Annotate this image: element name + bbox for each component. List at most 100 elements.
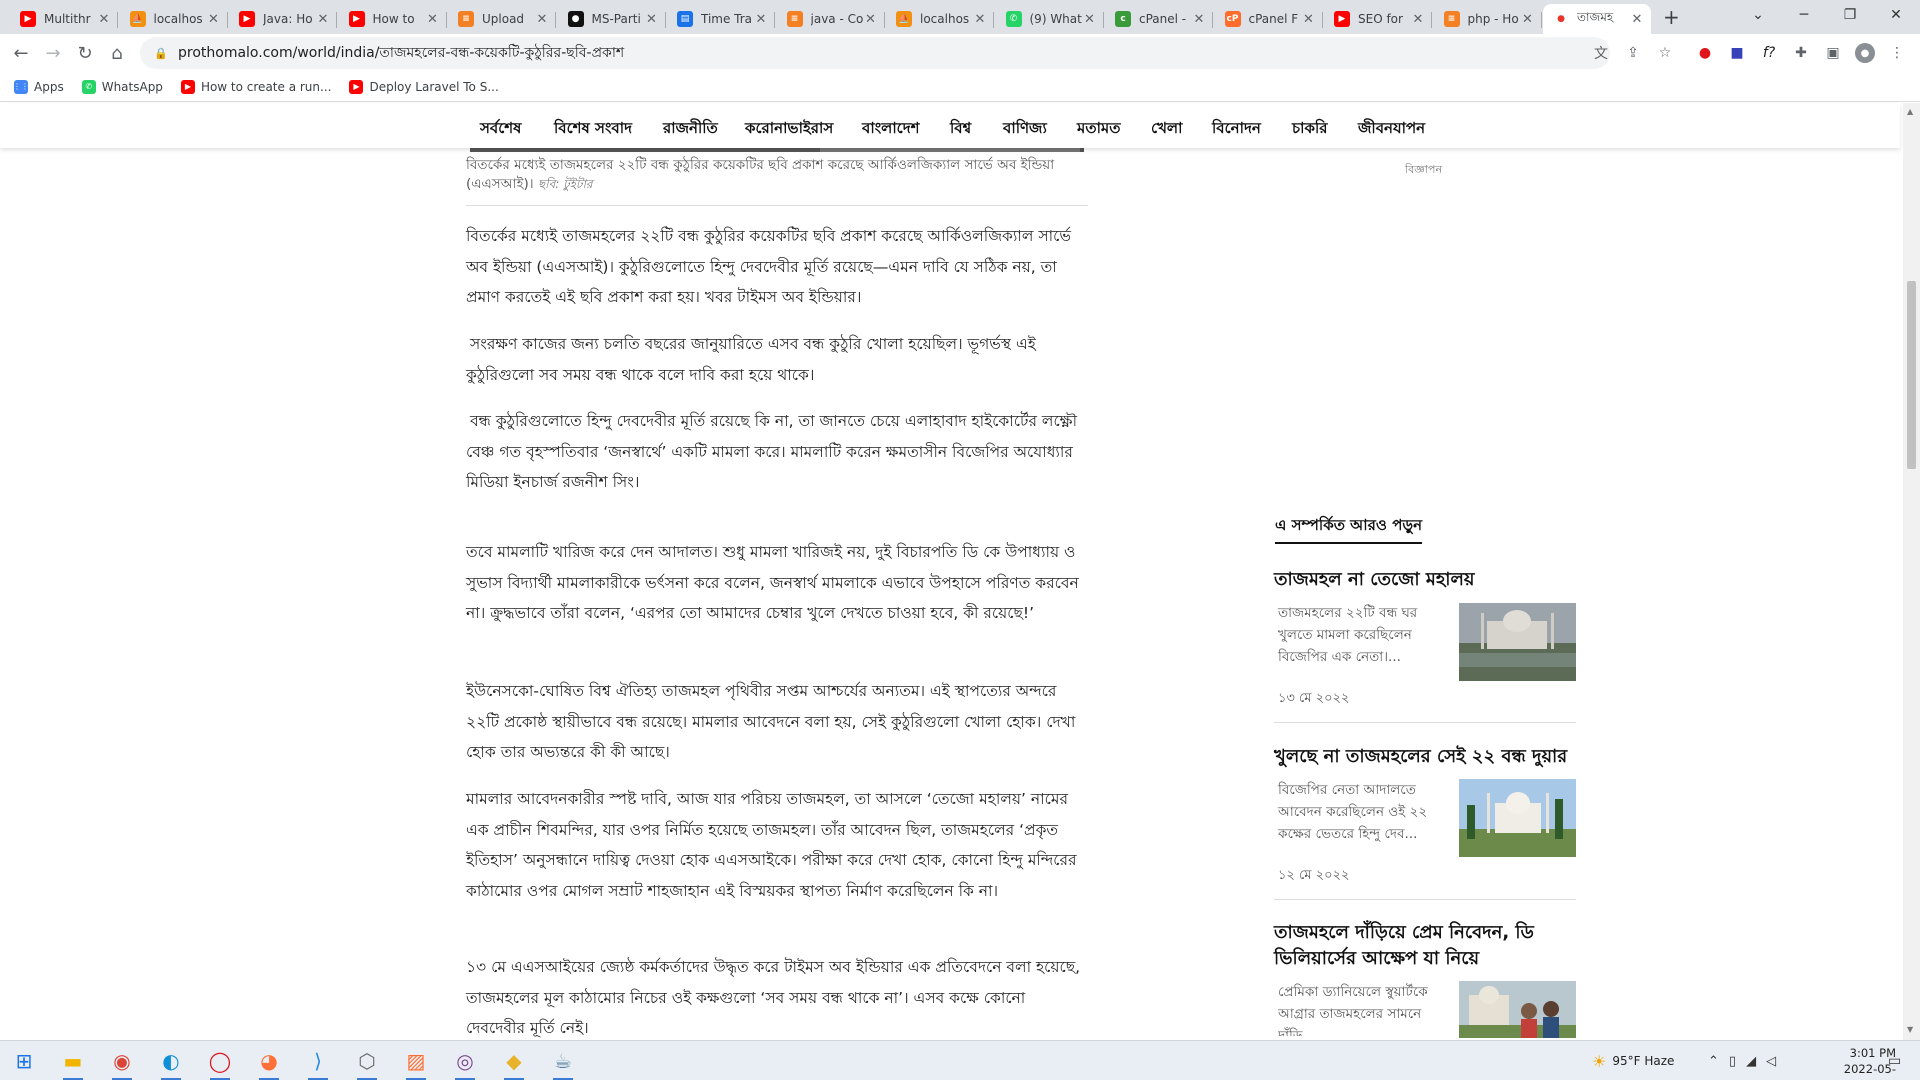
browser-tab[interactable]: ▶ Java: Ho ✕ (229, 4, 337, 34)
close-tab-icon[interactable]: ✕ (1410, 12, 1426, 27)
close-tab-icon[interactable]: ✕ (1082, 12, 1098, 27)
related-article-summary[interactable]: প্রেমিকা ড্যানিয়েলে স্বুয়ার্টকে আগ্রার… (1278, 981, 1446, 1036)
system-clock[interactable]: 3:01 PM 2022-05-17 (1836, 1045, 1896, 1080)
app-diamond-icon[interactable]: ◆ (494, 1046, 534, 1080)
firefox-icon[interactable]: ◕ (249, 1046, 289, 1080)
fonts-extension-icon[interactable]: f? (1759, 43, 1779, 63)
close-tab-icon[interactable]: ✕ (96, 12, 112, 27)
chrome-icon[interactable]: ◉ (102, 1046, 142, 1080)
volume-icon[interactable]: ◁ (1766, 1054, 1786, 1069)
extension-badge-icon[interactable]: ■ (1727, 43, 1747, 63)
url-text[interactable]: prothomalo.com/world/india/তাজমহলের-বন্ধ… (178, 41, 624, 65)
browser-tab[interactable]: ● MS-Parti ✕ (558, 4, 666, 34)
page-scrollbar[interactable]: ▲ ▼ (1903, 103, 1920, 1040)
new-tab-button[interactable]: + (1663, 5, 1680, 29)
java-icon[interactable]: ☕ (543, 1046, 583, 1080)
nav-item[interactable]: চাকরি (1292, 117, 1327, 142)
home-button[interactable]: ⌂ (104, 40, 130, 66)
restore-button[interactable]: ❐ (1827, 0, 1873, 30)
bookmark-item[interactable]: ✆ WhatsApp (81, 79, 163, 94)
notification-icon[interactable]: ▭ (1888, 1041, 1901, 1080)
nav-item[interactable]: খেলা (1151, 117, 1182, 142)
bookmark-item[interactable]: ▶ Deploy Laravel To S... (349, 79, 499, 94)
close-tab-icon[interactable]: ✕ (1629, 12, 1645, 27)
windows-start-icon[interactable]: ⊞ (4, 1046, 44, 1076)
bookmark-item[interactable]: ▶ How to create a run... (180, 79, 331, 94)
opera-extension-icon[interactable]: ● (1695, 43, 1715, 63)
minimize-button[interactable]: ─ (1781, 0, 1827, 30)
close-window-button[interactable]: ✕ (1873, 0, 1919, 30)
browser-tab[interactable]: ▤ Time Tra ✕ (667, 4, 775, 34)
related-article-thumbnail[interactable] (1459, 603, 1576, 681)
network-icon[interactable]: ▯ (1729, 1054, 1746, 1069)
browser-tab[interactable]: ▶ Multithr ✕ (10, 4, 118, 34)
browser-tab[interactable]: c cPanel - ✕ (1105, 4, 1213, 34)
nav-item[interactable]: বিনোদন (1212, 117, 1261, 142)
close-tab-icon[interactable]: ✕ (644, 12, 660, 27)
close-tab-icon[interactable]: ✕ (425, 12, 441, 27)
chevron-up-icon[interactable]: ⌃ (1708, 1054, 1729, 1069)
translate-icon[interactable]: 文 (1591, 43, 1611, 63)
browser-tab[interactable]: ● তাজমহ ✕ (1543, 4, 1651, 34)
close-tab-icon[interactable]: ✕ (1520, 12, 1536, 27)
related-article-title[interactable]: খুলছে না তাজমহলের সেই ২২ বন্ধ দুয়ার (1274, 744, 1580, 770)
weather-widget[interactable]: ☀ 95°F Haze (1592, 1041, 1674, 1080)
back-button[interactable]: ← (8, 40, 34, 66)
browser-tab[interactable]: ▶ SEO for ✕ (1324, 4, 1432, 34)
browser-tab[interactable]: ≡ php - Ho ✕ (1434, 4, 1542, 34)
bookmark-item[interactable]: ⋮⋮ Apps (13, 79, 64, 94)
close-tab-icon[interactable]: ✕ (1301, 12, 1317, 27)
lock-icon[interactable]: 🔒 (154, 47, 168, 60)
extensions-puzzle-icon[interactable]: ✚ (1791, 43, 1811, 63)
tor-icon[interactable]: ◎ (445, 1046, 485, 1080)
browser-tab[interactable]: ⛵ localhos ✕ (886, 4, 994, 34)
nav-item[interactable]: জীবনযাপন (1358, 117, 1425, 142)
vscode-icon[interactable]: ⟩ (298, 1046, 338, 1080)
profile-avatar[interactable]: ● (1855, 43, 1875, 63)
nav-item[interactable]: বাণিজ্য (1003, 117, 1047, 142)
system-tray-icons[interactable]: ⌃ ▯ ◢ ◁ (1708, 1041, 1786, 1080)
nav-item[interactable]: সর্বশেষ (480, 117, 521, 142)
browser-tab[interactable]: cP cPanel F ✕ (1215, 4, 1323, 34)
close-tab-icon[interactable]: ✕ (534, 12, 550, 27)
close-tab-icon[interactable]: ✕ (753, 12, 769, 27)
sublime-icon[interactable]: ▨ (396, 1046, 436, 1080)
browser-tab[interactable]: ▶ How to ✕ (339, 4, 447, 34)
close-tab-icon[interactable]: ✕ (972, 12, 988, 27)
close-tab-icon[interactable]: ✕ (863, 12, 879, 27)
wifi-icon[interactable]: ◢ (1746, 1054, 1766, 1069)
browser-tab[interactable]: ≡ Upload ✕ (448, 4, 556, 34)
close-tab-icon[interactable]: ✕ (206, 12, 222, 27)
related-article-title[interactable]: তাজমহল না তেজো মহালয় (1274, 567, 1580, 593)
nav-item[interactable]: রাজনীতি (663, 117, 718, 142)
scrollbar-thumb[interactable] (1907, 281, 1916, 469)
tab-search-icon[interactable]: ⌄ (1735, 0, 1781, 30)
nav-item[interactable]: বিশ্ব (950, 117, 971, 142)
related-article-thumbnail[interactable] (1459, 981, 1576, 1038)
nav-item[interactable]: বাংলাদেশ (862, 117, 919, 142)
scroll-up-arrow-icon[interactable]: ▲ (1907, 107, 1913, 116)
related-article-summary[interactable]: তাজমহলের ২২টি বন্ধ ঘর খুলতে মামলা করেছিল… (1278, 602, 1446, 668)
edge-icon[interactable]: ◐ (151, 1046, 191, 1080)
browser-tab[interactable]: ✆ (9) What ✕ (996, 4, 1104, 34)
app-hex-icon[interactable]: ⬡ (347, 1046, 387, 1080)
related-article-title[interactable]: তাজমহলে দাঁড়িয়ে প্রেম নিবেদন, ডি ভিলিয… (1274, 920, 1580, 972)
nav-item[interactable]: মতামত (1077, 117, 1121, 142)
related-article-thumbnail[interactable] (1459, 779, 1576, 857)
reload-button[interactable]: ↻ (72, 40, 98, 66)
address-bar[interactable]: 🔒 prothomalo.com/world/india/তাজমহলের-বন… (140, 37, 1610, 69)
share-icon[interactable]: ⇪ (1623, 43, 1643, 63)
file-explorer-icon[interactable]: ▬ (53, 1046, 93, 1080)
close-tab-icon[interactable]: ✕ (315, 12, 331, 27)
browser-tab[interactable]: ≡ java - Co ✕ (777, 4, 885, 34)
opera-icon[interactable]: ◯ (200, 1046, 240, 1080)
bookmark-star-icon[interactable]: ☆ (1655, 43, 1675, 63)
nav-item[interactable]: বিশেষ সংবাদ (554, 117, 632, 142)
menu-kebab-icon[interactable]: ⋮ (1887, 43, 1907, 63)
close-tab-icon[interactable]: ✕ (1191, 12, 1207, 27)
side-panel-icon[interactable]: ▣ (1823, 43, 1843, 63)
nav-item[interactable]: করোনাভাইরাস (745, 117, 833, 142)
browser-tab[interactable]: ⛵ localhos ✕ (120, 4, 228, 34)
scroll-down-arrow-icon[interactable]: ▼ (1907, 1025, 1913, 1034)
forward-button[interactable]: → (40, 40, 66, 66)
